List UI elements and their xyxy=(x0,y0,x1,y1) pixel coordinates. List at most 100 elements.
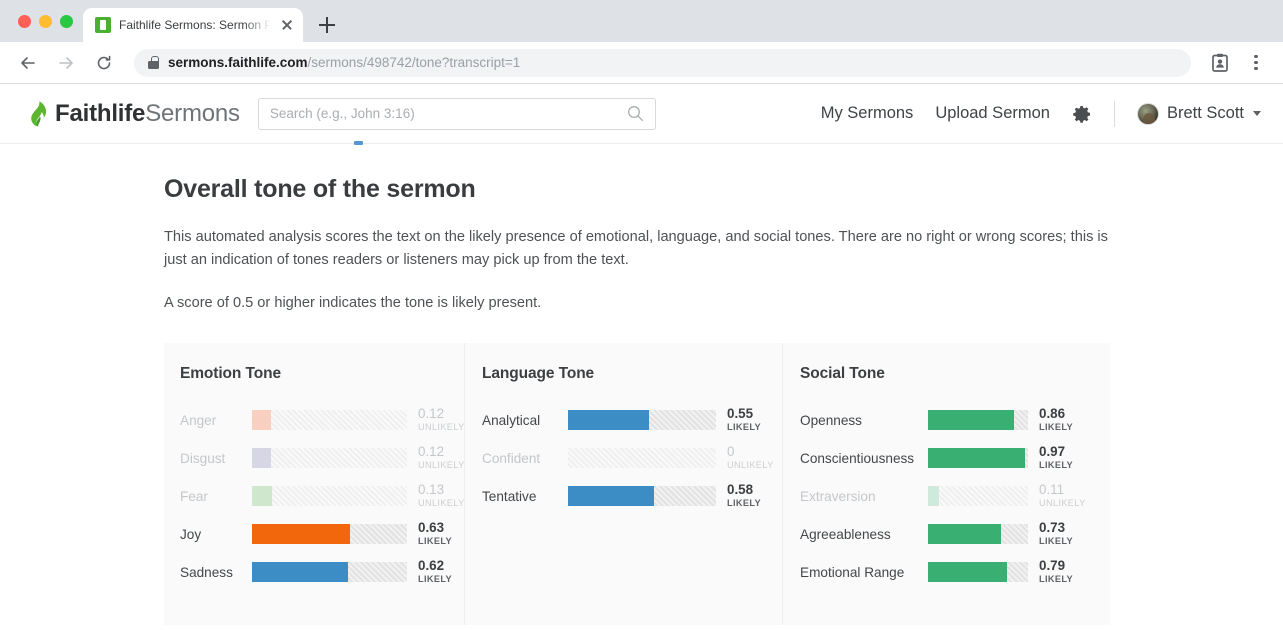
active-section-indicator xyxy=(354,141,363,145)
tone-bar-fill xyxy=(252,410,271,430)
tone-bar-fill xyxy=(252,448,271,468)
close-tab-icon[interactable] xyxy=(279,17,295,33)
brand-text: FaithlifeSermons xyxy=(55,100,240,128)
search-box[interactable] xyxy=(257,97,656,130)
tone-row: Fear 0.13 UNLIKELY xyxy=(180,477,464,515)
url-domain: sermons.faithlife.com xyxy=(168,55,308,70)
tone-score-status: UNLIKELY xyxy=(1039,498,1086,509)
gear-icon[interactable] xyxy=(1072,104,1092,124)
chevron-down-icon[interactable] xyxy=(1253,111,1261,116)
panel-language-tone: Language Tone Analytical 0.55 LIKELY Confid… xyxy=(464,343,782,625)
window-controls xyxy=(12,0,83,42)
tone-score: 0.79 LIKELY xyxy=(1039,559,1073,585)
tone-score-status: LIKELY xyxy=(418,536,452,547)
tone-label: Fear xyxy=(180,488,208,504)
tone-row: Anger 0.12 UNLIKELY xyxy=(180,401,464,439)
tone-label: Analytical xyxy=(482,412,541,428)
user-name: Brett Scott xyxy=(1166,104,1244,122)
tone-bar-track xyxy=(252,486,407,506)
back-arrow-icon[interactable] xyxy=(12,47,44,79)
tone-rows: Anger 0.12 UNLIKELY Disgust 0.12 UNLIKELY Fear… xyxy=(180,401,464,591)
tone-bar-fill xyxy=(252,524,350,544)
brand-name-light: Sermons xyxy=(145,99,240,127)
header-divider xyxy=(1113,100,1115,127)
forward-arrow-icon[interactable] xyxy=(50,47,82,79)
tone-score-status: LIKELY xyxy=(1039,536,1073,547)
faithlife-favicon xyxy=(95,17,111,33)
browser-toolbar: sermons.faithlife.com/sermons/498742/ton… xyxy=(0,42,1283,84)
user-menu[interactable]: Brett Scott xyxy=(1136,102,1261,125)
tone-score: 0.86 LIKELY xyxy=(1039,407,1073,433)
tone-label: Disgust xyxy=(180,450,226,466)
tone-rows: Analytical 0.55 LIKELY Confident 0 UNLIKELY Te… xyxy=(482,401,782,515)
tone-bar-track xyxy=(252,562,407,582)
close-window-button[interactable] xyxy=(18,14,31,28)
nav-link-upload-sermon[interactable]: Upload Sermon xyxy=(935,104,1050,123)
tone-bar-fill xyxy=(252,486,273,506)
browser-tab-active[interactable]: Faithlife Sermons: Sermon Prepa xyxy=(83,8,303,42)
tone-label: Anger xyxy=(180,412,217,428)
panel-emotion-tone: Emotion Tone Anger 0.12 UNLIKELY Disgust 0.1… xyxy=(164,343,464,625)
tone-score-status: UNLIKELY xyxy=(418,460,465,471)
tone-score: 0.55 LIKELY xyxy=(727,407,761,433)
tone-score: 0.12 UNLIKELY xyxy=(418,407,465,433)
tone-bar-track xyxy=(568,410,716,430)
tone-score: 0.63 LIKELY xyxy=(418,521,452,547)
tone-score: 0.11 UNLIKELY xyxy=(1039,483,1086,509)
tone-label: Confident xyxy=(482,450,541,466)
minimize-window-button[interactable] xyxy=(39,14,52,28)
tone-row: Extraversion 0.11 UNLIKELY xyxy=(800,477,1110,515)
reload-icon[interactable] xyxy=(88,47,120,79)
panel-title: Emotion Tone xyxy=(180,365,281,382)
brand-logo[interactable]: FaithlifeSermons xyxy=(28,100,240,128)
tone-row: Emotional Range 0.79 LIKELY xyxy=(800,553,1110,591)
tone-bar-track xyxy=(252,524,407,544)
tone-score-status: UNLIKELY xyxy=(418,422,465,433)
maximize-window-button[interactable] xyxy=(60,14,73,28)
browser-window: Faithlife Sermons: Sermon Prepa sermons.… xyxy=(0,0,1283,630)
tone-label: Emotional Range xyxy=(800,564,905,580)
search-input[interactable] xyxy=(269,106,627,121)
tone-bar-fill xyxy=(928,524,1001,544)
tone-row: Conscientiousness 0.97 LIKELY xyxy=(800,439,1110,477)
kebab-menu-icon[interactable] xyxy=(1241,48,1271,78)
tone-score-value: 0.97 xyxy=(1039,444,1066,460)
tone-row: Confident 0 UNLIKELY xyxy=(482,439,782,477)
tone-label: Tentative xyxy=(482,488,537,504)
panel-title: Social Tone xyxy=(800,365,885,382)
tone-bar-track xyxy=(568,448,716,468)
tone-bar-fill xyxy=(928,410,1014,430)
address-bar[interactable]: sermons.faithlife.com/sermons/498742/ton… xyxy=(134,48,1191,77)
panel-title: Language Tone xyxy=(482,365,595,382)
tone-score-value: 0.79 xyxy=(1039,558,1066,574)
tone-row: Agreeableness 0.73 LIKELY xyxy=(800,515,1110,553)
nav-link-my-sermons[interactable]: My Sermons xyxy=(821,104,914,123)
tone-score-value: 0.11 xyxy=(1039,482,1065,498)
tone-score-status: UNLIKELY xyxy=(727,460,774,471)
tone-bar-track xyxy=(252,448,407,468)
tone-row: Openness 0.86 LIKELY xyxy=(800,401,1110,439)
profile-card-icon[interactable] xyxy=(1205,48,1235,78)
tone-bar-fill xyxy=(568,410,650,430)
browser-tab-title: Faithlife Sermons: Sermon Prepa xyxy=(119,18,271,32)
tone-bar-track xyxy=(252,410,407,430)
tone-score-value: 0.86 xyxy=(1039,406,1066,422)
tone-score-status: LIKELY xyxy=(1039,422,1073,433)
new-tab-button[interactable] xyxy=(313,11,341,39)
tone-bar-fill xyxy=(568,486,654,506)
tone-score-status: LIKELY xyxy=(418,574,452,585)
tone-label: Extraversion xyxy=(800,488,876,504)
lock-icon xyxy=(148,56,159,69)
tone-bar-track xyxy=(928,562,1028,582)
tone-label: Openness xyxy=(800,412,862,428)
tone-score-status: LIKELY xyxy=(727,422,761,433)
search-icon[interactable] xyxy=(627,105,644,122)
tone-score-status: LIKELY xyxy=(1039,460,1073,471)
tone-score-value: 0.55 xyxy=(727,406,754,422)
page-title: Overall tone of the sermon xyxy=(164,175,476,203)
tone-score-value: 0.13 xyxy=(418,482,445,498)
tone-bar-track xyxy=(928,486,1028,506)
page-content: Overall tone of the sermon This automate… xyxy=(0,175,1283,625)
tone-bar-fill xyxy=(928,448,1025,468)
tone-score-value: 0.62 xyxy=(418,558,445,574)
